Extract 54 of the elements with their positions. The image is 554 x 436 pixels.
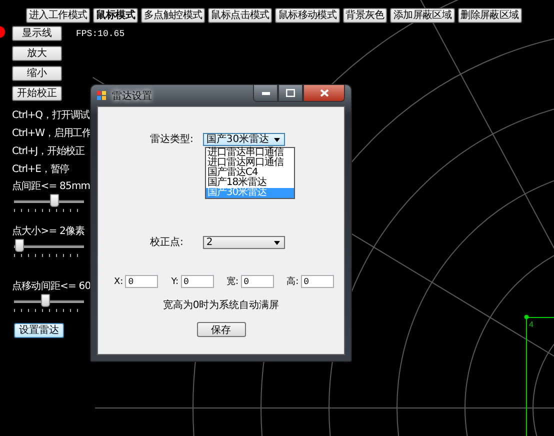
slider-label: 点移动间距<= 60 <box>12 280 91 293</box>
radar-settings-button[interactable]: 设置雷达 <box>14 323 64 338</box>
dropdown-option[interactable]: 进口雷达串口通信 <box>206 148 294 158</box>
slider-thumb[interactable] <box>50 194 60 207</box>
input-field[interactable]: 0 <box>300 275 334 288</box>
dropdown-option[interactable]: 国产18米雷达 <box>206 178 294 188</box>
close-button[interactable] <box>303 85 345 102</box>
dropdown-arrow-icon <box>274 240 280 244</box>
marker-label: 4 <box>529 320 534 329</box>
dropdown-arrow-icon <box>274 138 280 142</box>
shortcut-hint: Ctrl+E，暂停 <box>12 163 70 176</box>
toolbar-button[interactable]: 鼠标点击模式 <box>208 8 272 23</box>
slider-track[interactable] <box>12 294 84 308</box>
slider-track[interactable] <box>12 194 84 208</box>
toolbar-button[interactable]: 进入工作模式 <box>26 8 90 23</box>
toolbar-button[interactable]: 背景灰色 <box>342 8 388 23</box>
shortcut-hint: Ctrl+Q，打开调试 <box>12 109 90 122</box>
toolbar-button[interactable]: 鼠标移动模式 <box>275 8 340 23</box>
maximize-icon <box>286 89 295 97</box>
calibration-point-dropdown[interactable]: 2 <box>203 236 286 248</box>
calibration-point-label: 校正点: <box>150 236 184 249</box>
field-label: 高: <box>286 276 299 288</box>
save-button[interactable]: 保存 <box>196 322 246 337</box>
input-field[interactable]: 0 <box>180 275 214 288</box>
toolbar-button[interactable]: 添加屏蔽区域 <box>390 8 455 23</box>
app-icon <box>97 90 107 100</box>
shortcut-hint: Ctrl+J，开始校正 <box>12 145 85 158</box>
maximize-button[interactable] <box>278 85 303 102</box>
panel-button[interactable]: 放大 <box>12 46 62 61</box>
radar-type-label: 雷达类型: <box>150 132 194 146</box>
slider-thumb[interactable] <box>15 239 24 252</box>
field-label: Y: <box>171 276 179 286</box>
dropdown-option[interactable]: 进口雷达网口通信 <box>206 158 294 168</box>
panel-button[interactable]: 开始校正 <box>12 86 62 101</box>
slider-thumb[interactable] <box>40 294 50 307</box>
slider-label: 点大小>= 2像素 <box>12 224 85 238</box>
dialog-title: 雷达设置 <box>112 90 152 102</box>
panel-button[interactable]: 显示线 <box>12 26 62 41</box>
note-text: 宽高为0时为系统自动满屏 <box>162 298 280 312</box>
panel-button[interactable]: 缩小 <box>12 66 62 81</box>
dropdown-option[interactable]: 国产雷达C4 <box>206 168 294 178</box>
toolbar-button[interactable]: 多点触控模式 <box>141 8 206 23</box>
slider-label: 点间距<= 85mm <box>12 180 90 193</box>
fps-readout: FPS:10.65 <box>76 28 125 38</box>
field-label: X: <box>114 276 124 286</box>
minimize-button[interactable] <box>253 85 278 102</box>
input-field[interactable]: 0 <box>125 275 158 288</box>
input-field[interactable]: 0 <box>240 275 274 288</box>
toolbar-button[interactable]: 删除屏蔽区域 <box>458 8 522 23</box>
close-icon <box>320 89 328 97</box>
slider-track[interactable] <box>12 239 84 253</box>
toolbar-button[interactable]: 鼠标模式 <box>93 8 138 23</box>
minimize-icon <box>262 92 270 94</box>
field-label: 宽: <box>226 276 239 288</box>
